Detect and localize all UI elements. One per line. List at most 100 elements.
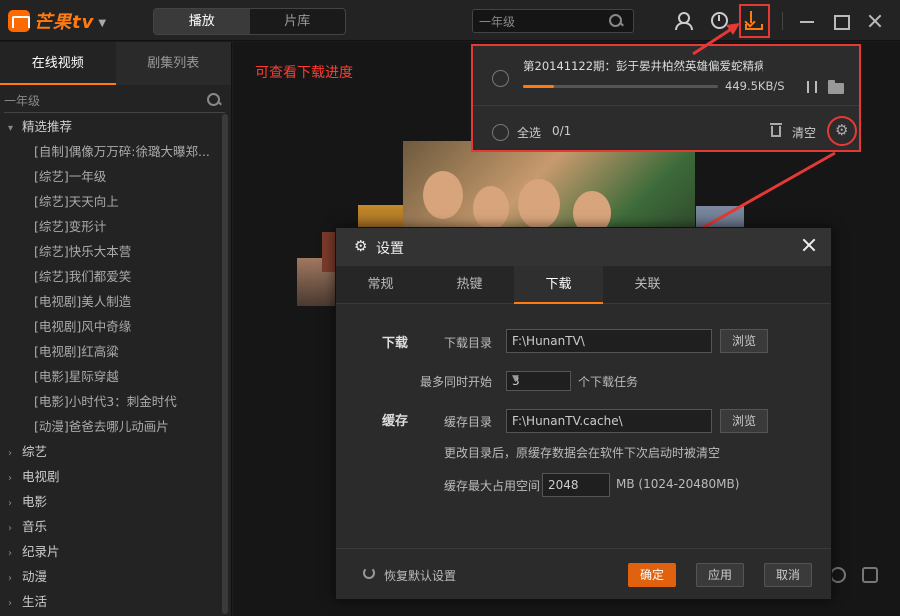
tab-online-video[interactable]: 在线视频 <box>0 42 116 85</box>
tab-download[interactable]: 下载 <box>514 266 603 304</box>
sidebar-group[interactable]: › 音乐 <box>0 514 220 539</box>
pause-icon[interactable] <box>807 81 817 93</box>
sidebar-item[interactable]: [综艺]一年级 <box>0 164 220 189</box>
maximize-icon[interactable] <box>832 12 850 30</box>
download-button[interactable] <box>739 4 770 38</box>
sidebar-tabs: 在线视频 剧集列表 <box>0 42 231 85</box>
sidebar-item[interactable]: [综艺]天天向上 <box>0 189 220 214</box>
sidebar-item-label: [综艺]变形计 <box>34 219 107 234</box>
sidebar-item-label: [电视剧]美人制造 <box>34 294 132 309</box>
sidebar-item[interactable]: [动漫]爸爸去哪儿动画片 <box>0 414 220 439</box>
download-dir-input[interactable] <box>506 329 712 353</box>
task-progress-bar <box>523 85 718 88</box>
download-panel-footer: 全选 0/1 清空 ⚙ <box>473 107 859 152</box>
settings-gear-icon[interactable] <box>830 567 846 583</box>
sidebar-item[interactable]: [综艺]我们都爱笑 <box>0 264 220 289</box>
sidebar-item-label: 生活 <box>22 594 48 609</box>
task-select-radio[interactable] <box>492 70 509 87</box>
app-logo[interactable]: 芒果tv ▼ <box>8 8 106 34</box>
cache-max-input[interactable] <box>542 473 610 497</box>
sidebar-group[interactable]: › 纪录片 <box>0 539 220 564</box>
sidebar-item-label: 电视剧 <box>22 469 60 484</box>
dialog-header: ⚙ 设置 <box>336 228 831 266</box>
top-search-input[interactable] <box>473 10 603 32</box>
sidebar-scrollbar-thumb[interactable] <box>222 114 228 614</box>
sidebar-search-box <box>4 89 225 113</box>
mango-logo-icon <box>8 10 30 32</box>
cache-dir-label: 缓存目录 <box>444 415 493 429</box>
gear-icon: ⚙ <box>354 237 368 255</box>
sidebar-item-label: [综艺]一年级 <box>34 169 107 184</box>
download-tray-icon <box>745 24 763 30</box>
tab-hotkeys[interactable]: 热键 <box>425 266 514 304</box>
poster-face <box>423 171 463 219</box>
tab-association[interactable]: 关联 <box>603 266 692 304</box>
sidebar-item-label: [综艺]我们都爱笑 <box>34 269 132 284</box>
mode-library-tab[interactable]: 片库 <box>250 9 346 34</box>
sidebar-item-label: 音乐 <box>22 519 48 534</box>
sidebar-item-label: [综艺]快乐大本营 <box>34 244 132 259</box>
tab-general[interactable]: 常规 <box>336 266 425 304</box>
trash-icon[interactable] <box>770 123 782 137</box>
mode-play-tab[interactable]: 播放 <box>154 9 250 34</box>
apply-button[interactable]: 应用 <box>696 563 744 587</box>
annotation-circle: ⚙ <box>827 116 857 146</box>
sidebar-item[interactable]: [电视剧]美人制造 <box>0 289 220 314</box>
download-task-row[interactable]: 第20141122期：彭于晏井柏然英雄偏爱蛇精病 449.5KB/S <box>473 46 859 106</box>
app-window: 芒果tv ▼ 播放 片库 下载 在线视频 剧集列表 <box>0 0 900 616</box>
clear-button[interactable]: 清空 <box>792 124 816 141</box>
task-speed: 449.5KB/S <box>725 79 785 93</box>
sidebar-group[interactable]: › 电影 <box>0 489 220 514</box>
concurrent-select[interactable]: 3 ▼ <box>506 371 571 391</box>
cancel-button[interactable]: 取消 <box>764 563 812 587</box>
logo-text: 芒果tv <box>34 12 95 33</box>
download-settings-gear-icon[interactable]: ⚙ <box>835 123 848 138</box>
dialog-close-icon[interactable] <box>801 237 817 253</box>
poster-face <box>473 186 509 230</box>
sidebar-item[interactable]: [电视剧]风中奇缘 <box>0 314 220 339</box>
category-tree: ▾ 精选推荐 [自制]偶像万万碎:徐璐大曝郑... [综艺]一年级 [综艺]天天向上 [综… <box>0 114 220 614</box>
dialog-title: 设置 <box>376 241 404 257</box>
window-controls-divider <box>782 12 783 30</box>
sidebar-search-input[interactable] <box>4 89 194 111</box>
sidebar-group[interactable]: › 综艺 <box>0 439 220 464</box>
history-clock-icon[interactable] <box>709 10 729 30</box>
chevron-right-icon: › <box>8 548 12 559</box>
sidebar-item-label: [自制]偶像万万碎:徐璐大曝郑... <box>34 144 210 159</box>
cache-dir-input[interactable] <box>506 409 712 433</box>
fullscreen-icon[interactable] <box>862 567 878 583</box>
ok-button[interactable]: 确定 <box>628 563 676 587</box>
cache-section-title: 缓存 <box>382 414 409 429</box>
concurrent-suffix: 个下载任务 <box>578 375 639 389</box>
restore-icon[interactable] <box>363 567 375 579</box>
sidebar-item[interactable]: [电视剧]红高粱 <box>0 339 220 364</box>
download-browse-button[interactable]: 浏览 <box>720 329 768 353</box>
sidebar-item[interactable]: [综艺]变形计 <box>0 214 220 239</box>
sidebar-group[interactable]: › 动漫 <box>0 564 220 589</box>
close-window-icon[interactable] <box>866 12 884 30</box>
sidebar-group[interactable]: › 电视剧 <box>0 464 220 489</box>
sidebar-scrollbar[interactable] <box>222 114 228 614</box>
user-icon[interactable] <box>673 10 693 30</box>
sidebar-group[interactable]: ▾ 精选推荐 <box>0 114 220 139</box>
top-search-box <box>472 9 634 33</box>
select-all-radio[interactable] <box>492 124 509 141</box>
sidebar-item-label: 综艺 <box>22 444 48 459</box>
restore-defaults-button[interactable]: 恢复默认设置 <box>384 567 456 584</box>
search-icon[interactable] <box>609 14 623 28</box>
folder-icon[interactable] <box>828 80 844 94</box>
sidebar-group[interactable]: › 生活 <box>0 589 220 614</box>
cache-browse-button[interactable]: 浏览 <box>720 409 768 433</box>
download-arrow-icon <box>750 11 752 23</box>
task-progress-fill <box>523 85 555 88</box>
sidebar-item[interactable]: [电影]星际穿越 <box>0 364 220 389</box>
search-icon[interactable] <box>207 93 221 107</box>
sidebar-item[interactable]: [综艺]快乐大本营 <box>0 239 220 264</box>
sidebar-item[interactable]: [电影]小时代3：刺金时代 <box>0 389 220 414</box>
sidebar-item-label: [综艺]天天向上 <box>34 194 119 209</box>
task-count: 0/1 <box>552 124 572 138</box>
tab-episode-list[interactable]: 剧集列表 <box>115 42 231 85</box>
select-all-label[interactable]: 全选 <box>517 124 541 141</box>
sidebar-item[interactable]: [自制]偶像万万碎:徐璐大曝郑... <box>0 139 220 164</box>
minimize-icon[interactable] <box>798 12 816 30</box>
